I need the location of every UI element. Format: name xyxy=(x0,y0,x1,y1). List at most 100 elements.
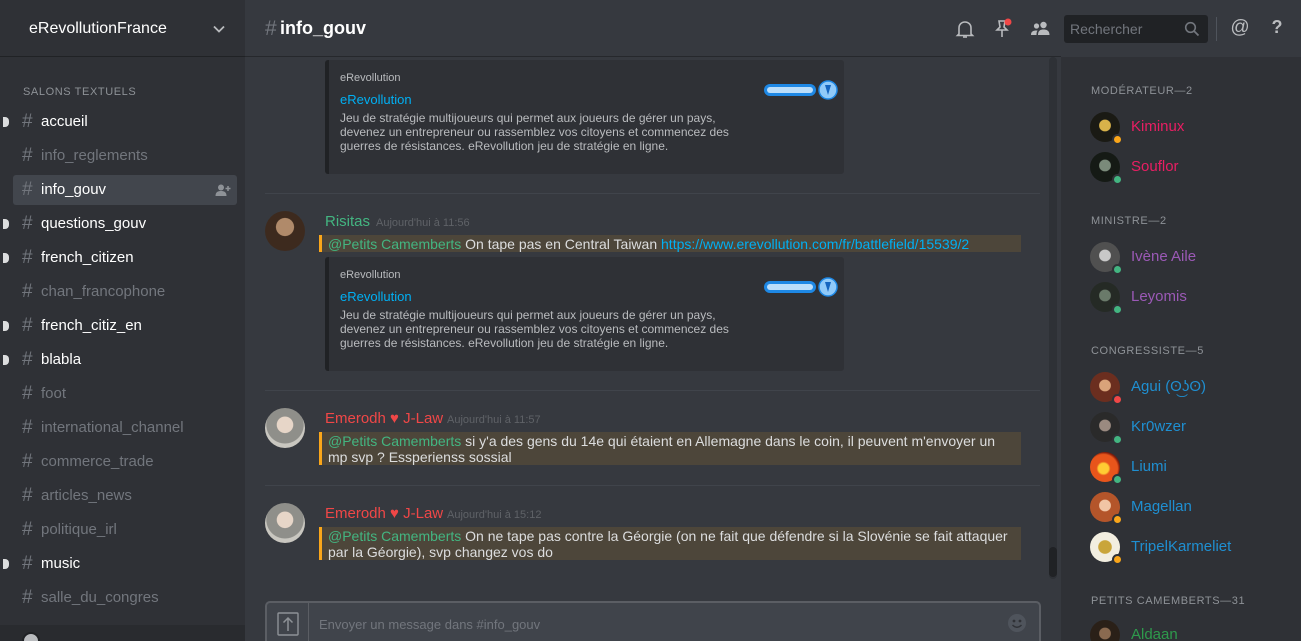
role-header: MINISTRE—2 xyxy=(1091,215,1167,227)
channel-item-chan-francophone[interactable]: # chan_francophone xyxy=(13,277,237,307)
member-item[interactable]: Agui (ʘ͜ʖʘ) xyxy=(1089,371,1289,405)
embed-description: Jeu de stratégie multijoueurs qui permet… xyxy=(340,308,729,350)
channel-name: info_gouv xyxy=(41,181,107,198)
member-item[interactable]: Kr0wzer xyxy=(1089,411,1289,445)
member-item[interactable]: Leyomis xyxy=(1089,281,1289,315)
hash-icon: # xyxy=(22,417,33,438)
link-embed: eRevollution eRevollution Jeu de stratég… xyxy=(325,60,844,174)
erevollution-logo-icon xyxy=(764,80,838,100)
member-name: Liumi xyxy=(1131,458,1167,475)
search-icon[interactable] xyxy=(1184,21,1200,37)
hash-icon: # xyxy=(22,553,33,574)
embed-title-link[interactable]: eRevollution xyxy=(340,289,412,304)
role-header: MODÉRATEUR—2 xyxy=(1091,85,1193,97)
status-online-icon xyxy=(1112,304,1123,315)
member-item[interactable]: Liumi xyxy=(1089,451,1289,485)
message-author[interactable]: Emerodh ♥ J-Law xyxy=(325,410,443,427)
unread-indicator xyxy=(3,321,9,331)
member-item[interactable]: Aldaan xyxy=(1089,619,1289,641)
channel-item-info-reglements[interactable]: # info_reglements xyxy=(13,141,237,171)
channel-item-questions-gouv[interactable]: # questions_gouv xyxy=(13,209,237,239)
embed-provider: eRevollution xyxy=(340,269,401,281)
role-header: PETITS CAMEMBERTS—31 xyxy=(1091,595,1246,607)
channel-item-articles-news[interactable]: # articles_news xyxy=(13,481,237,511)
member-name: Ivène Aile xyxy=(1131,248,1197,265)
message-author[interactable]: Risitas xyxy=(325,213,370,230)
avatar[interactable] xyxy=(265,408,305,448)
link-embed: eRevollution eRevollution Jeu de stratég… xyxy=(325,257,844,371)
channel-item-accueil[interactable]: # accueil xyxy=(13,107,237,137)
channel-name: politique_irl xyxy=(41,521,117,538)
embed-provider: eRevollution xyxy=(340,72,401,84)
search-input[interactable] xyxy=(1070,21,1180,37)
message-text: @Petits Camemberts si y'a des gens du 14… xyxy=(328,433,1015,465)
message-link[interactable]: https://www.erevollution.com/fr/battlefi… xyxy=(661,236,969,252)
chevron-down-icon[interactable] xyxy=(212,22,226,36)
member-item[interactable]: Magellan xyxy=(1089,491,1289,525)
avatar[interactable] xyxy=(265,211,305,251)
status-idle-icon xyxy=(1112,514,1123,525)
message-list: eRevollution eRevollution Jeu de stratég… xyxy=(245,57,1061,579)
member-name: Agui (ʘ͜ʖʘ) xyxy=(1131,378,1207,395)
unread-indicator xyxy=(3,117,9,127)
member-item[interactable]: Souflor xyxy=(1089,151,1289,185)
message-timestamp: Aujourd'hui à 15:12 xyxy=(447,509,542,521)
toolbar-divider xyxy=(1216,17,1217,41)
message-author[interactable]: Emerodh ♥ J-Law xyxy=(325,505,443,522)
status-online-icon xyxy=(1112,174,1123,185)
message-divider xyxy=(265,390,1040,391)
channel-item-blabla[interactable]: # blabla xyxy=(13,345,237,375)
channel-name: commerce_trade xyxy=(41,453,154,470)
embed-title-link[interactable]: eRevollution xyxy=(340,92,412,107)
channel-name: music xyxy=(41,555,81,572)
members-icon[interactable] xyxy=(1029,18,1051,40)
member-list: MODÉRATEUR—2 Kiminux Souflor MINISTRE—2 … xyxy=(1061,57,1301,641)
message-scrollbar-track[interactable] xyxy=(1049,57,1057,579)
hash-icon: # xyxy=(22,587,33,608)
search-bar[interactable] xyxy=(1064,15,1208,43)
channel-item-commerce-trade[interactable]: # commerce_trade xyxy=(13,447,237,477)
channel-sidebar: eRevollutionFrance SALONS TEXTUELS # acc… xyxy=(0,0,245,641)
channel-name: questions_gouv xyxy=(41,215,147,232)
bell-icon[interactable] xyxy=(954,18,976,40)
channel-name: french_citiz_en xyxy=(41,317,142,334)
channel-name: international_channel xyxy=(41,419,184,436)
channel-item-info-gouv[interactable]: # info_gouv xyxy=(13,175,237,205)
user-mention[interactable]: @Petits Camemberts xyxy=(328,528,461,544)
message-input[interactable] xyxy=(319,615,979,633)
user-mention[interactable]: @Petits Camemberts xyxy=(328,433,461,449)
status-idle-icon xyxy=(1112,134,1123,145)
help-icon[interactable]: ? xyxy=(1266,17,1288,39)
user-mention[interactable]: @Petits Camemberts xyxy=(328,236,461,252)
message-content: @Petits Camemberts On ne tape pas contre… xyxy=(319,527,1021,560)
hash-icon: # xyxy=(22,519,33,540)
server-header[interactable]: eRevollutionFrance xyxy=(0,0,245,57)
mention-icon[interactable]: @ xyxy=(1229,17,1251,39)
channel-item-salle-du-congres[interactable]: # salle_du_congres xyxy=(13,583,237,613)
channel-item-international-channel[interactable]: # international_channel xyxy=(13,413,237,443)
channel-item-french-citiz-en[interactable]: # french_citiz_en xyxy=(13,311,237,341)
message-timestamp: Aujourd'hui à 11:56 xyxy=(376,217,470,229)
channel-name: salle_du_congres xyxy=(41,589,159,606)
avatar[interactable] xyxy=(265,503,305,543)
channel-item-foot[interactable]: # foot xyxy=(13,379,237,409)
channel-item-french-citizen[interactable]: # french_citizen xyxy=(13,243,237,273)
member-item[interactable]: Kiminux xyxy=(1089,111,1289,145)
upload-button[interactable] xyxy=(267,603,309,641)
unread-indicator xyxy=(3,559,9,569)
message-scrollbar-thumb[interactable] xyxy=(1049,547,1057,577)
member-item[interactable]: Ivène Aile xyxy=(1089,241,1289,275)
emoji-icon[interactable] xyxy=(1007,613,1027,633)
channel-name: foot xyxy=(41,385,67,402)
member-item[interactable]: TripelKarmeliet xyxy=(1089,531,1289,565)
pin-icon[interactable] xyxy=(991,18,1013,40)
chat-area: # info_gouv eRevollution eRevollution Je… xyxy=(245,0,1061,641)
channel-item-politique-irl[interactable]: # politique_irl xyxy=(13,515,237,545)
hash-icon: # xyxy=(22,247,33,268)
invite-member-icon[interactable] xyxy=(215,183,231,197)
member-name: Magellan xyxy=(1131,498,1192,515)
server-name: eRevollutionFrance xyxy=(29,20,167,37)
channel-name: articles_news xyxy=(41,487,132,504)
hash-icon: # xyxy=(22,383,33,404)
channel-item-music[interactable]: # music xyxy=(13,549,237,579)
